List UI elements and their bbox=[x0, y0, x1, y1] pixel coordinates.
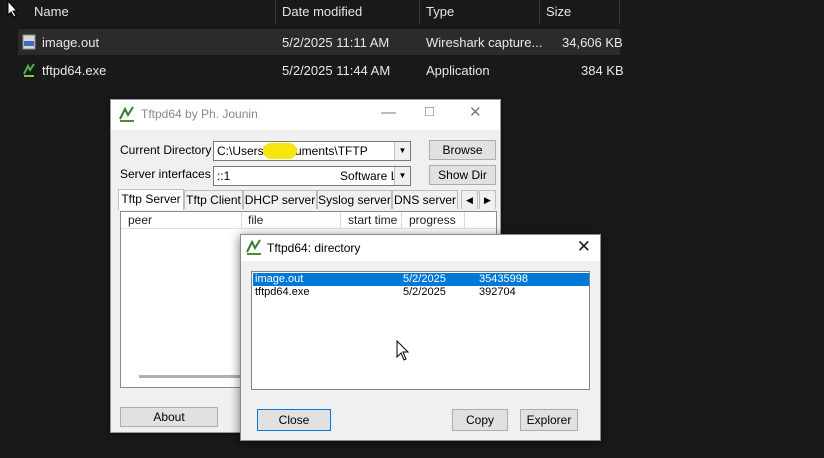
column-size[interactable]: Size bbox=[546, 4, 571, 19]
mouse-pointer-icon bbox=[396, 340, 410, 361]
file-type: Wireshark capture... bbox=[426, 35, 543, 50]
server-interface-adapter: Software L bbox=[340, 169, 398, 183]
directory-dialog: Tftpd64: directory ✕ image.out 5/2/2025 … bbox=[240, 234, 601, 441]
dialog-title-bar[interactable]: Tftpd64: directory ✕ bbox=[241, 235, 600, 261]
redaction-mark bbox=[263, 143, 297, 159]
chevron-down-icon[interactable]: ▼ bbox=[394, 142, 410, 160]
server-interface-value: ::1 bbox=[217, 169, 231, 183]
dir-file-name: image.out bbox=[255, 273, 304, 285]
server-interfaces-combo[interactable]: ::1 Software L ▼ bbox=[213, 166, 411, 186]
file-date: 5/2/2025 11:44 AM bbox=[282, 63, 391, 78]
dir-file-size: 392704 bbox=[479, 286, 516, 298]
tab-scroll-left-icon[interactable]: ◀ bbox=[461, 190, 478, 209]
file-date: 5/2/2025 11:11 AM bbox=[282, 35, 390, 50]
tab-tftp-client[interactable]: Tftp Client bbox=[184, 190, 243, 209]
dir-file-size: 35435998 bbox=[479, 273, 528, 285]
explorer-button[interactable]: Explorer bbox=[520, 409, 578, 431]
current-directory-combo[interactable]: C:\Users\ \Documents\TFTP ▼ bbox=[213, 141, 411, 161]
tab-dns-server[interactable]: DNS server bbox=[392, 190, 458, 209]
close-icon[interactable]: ✕ bbox=[577, 237, 591, 257]
directory-row[interactable]: image.out 5/2/2025 35435998 bbox=[253, 273, 589, 286]
column-name[interactable]: Name bbox=[34, 4, 69, 19]
directory-listbox[interactable]: image.out 5/2/2025 35435998 tftpd64.exe … bbox=[251, 271, 590, 390]
close-button[interactable]: Close bbox=[257, 409, 331, 431]
file-name: image.out bbox=[42, 35, 100, 50]
capture-file-icon bbox=[22, 34, 36, 50]
tftpd-app-icon bbox=[246, 239, 261, 255]
file-size: 384 KB bbox=[581, 63, 624, 78]
column-type[interactable]: Type bbox=[426, 4, 454, 19]
server-interfaces-label: Server interfaces bbox=[120, 167, 211, 181]
show-dir-button[interactable]: Show Dir bbox=[429, 165, 496, 185]
tab-syslog-server[interactable]: Syslog server bbox=[317, 190, 392, 209]
about-button[interactable]: About bbox=[120, 407, 218, 427]
dir-file-date: 5/2/2025 bbox=[403, 273, 446, 285]
tab-tftp-server[interactable]: Tftp Server bbox=[118, 189, 184, 210]
browse-button[interactable]: Browse bbox=[429, 140, 496, 160]
file-name: tftpd64.exe bbox=[42, 63, 107, 78]
file-row[interactable]: image.out 5/2/2025 11:11 AM Wireshark ca… bbox=[18, 29, 623, 55]
transfer-list-header: peer file start time progress bbox=[121, 212, 496, 229]
column-peer[interactable]: peer bbox=[128, 213, 152, 227]
tftpd-app-icon bbox=[119, 106, 134, 122]
directory-row[interactable]: tftpd64.exe 5/2/2025 392704 bbox=[253, 286, 589, 299]
dir-file-name: tftpd64.exe bbox=[255, 286, 310, 298]
maximize-icon[interactable]: □ bbox=[425, 103, 434, 120]
title-bar[interactable]: Tftpd64 by Ph. Jounin — □ ✕ bbox=[111, 100, 500, 130]
column-start-time[interactable]: start time bbox=[348, 213, 397, 227]
tftpd-exe-icon bbox=[23, 63, 35, 77]
dialog-title: Tftpd64: directory bbox=[267, 241, 361, 255]
column-progress[interactable]: progress bbox=[409, 213, 456, 227]
file-type: Application bbox=[426, 63, 490, 78]
column-file[interactable]: file bbox=[248, 213, 263, 227]
tab-dhcp-server[interactable]: DHCP server bbox=[243, 190, 317, 209]
chevron-down-icon[interactable]: ▼ bbox=[394, 167, 410, 185]
close-icon[interactable]: ✕ bbox=[469, 103, 482, 121]
window-title: Tftpd64 by Ph. Jounin bbox=[141, 107, 258, 121]
column-header: Name Date modified Type Size bbox=[0, 0, 620, 24]
copy-button[interactable]: Copy bbox=[452, 409, 508, 431]
minimize-icon[interactable]: — bbox=[381, 104, 396, 121]
file-size: 34,606 KB bbox=[562, 35, 623, 50]
file-row[interactable]: tftpd64.exe 5/2/2025 11:44 AM Applicatio… bbox=[18, 57, 624, 83]
dir-file-date: 5/2/2025 bbox=[403, 286, 446, 298]
tab-scroll-right-icon[interactable]: ▶ bbox=[479, 190, 496, 209]
current-directory-label: Current Directory bbox=[120, 143, 212, 157]
column-date-modified[interactable]: Date modified bbox=[282, 4, 362, 19]
